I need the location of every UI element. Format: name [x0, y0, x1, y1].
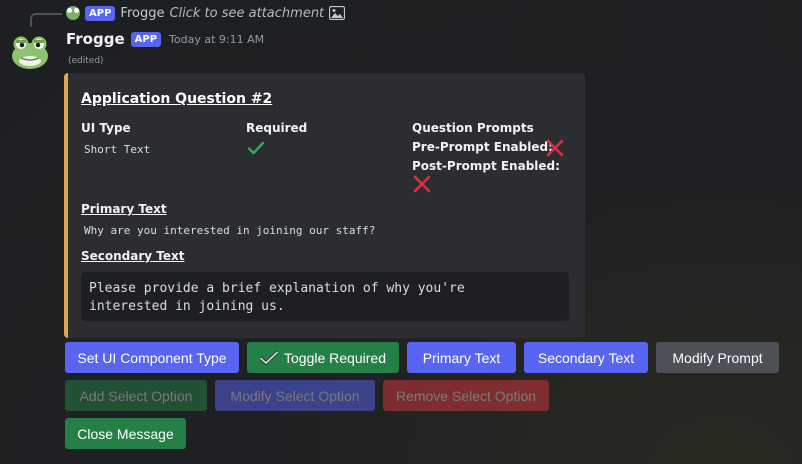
- reply-text[interactable]: Click to see attachment: [169, 6, 324, 21]
- post-prompt-label: Post-Prompt Enabled:: [412, 159, 560, 173]
- embed-title: Application Question #2: [81, 91, 273, 107]
- add-select-option-button[interactable]: Add Select Option: [65, 380, 207, 411]
- reply-author[interactable]: Frogge: [120, 6, 164, 21]
- reply-app-badge: APP: [85, 5, 116, 21]
- checkmark-icon: [248, 141, 264, 155]
- cross-mark-icon: [546, 139, 564, 157]
- checkmark-icon: [260, 350, 279, 365]
- primary-text-button[interactable]: Primary Text: [407, 342, 516, 373]
- modify-select-option-button[interactable]: Modify Select Option: [215, 380, 375, 411]
- pre-prompt-label: Pre-Prompt Enabled:: [412, 140, 553, 154]
- edited-indicator: (edited): [68, 56, 104, 66]
- reply-connector: [30, 13, 62, 27]
- image-icon: [329, 6, 346, 20]
- embed: Application Question #2 UI Type Short Te…: [64, 73, 585, 338]
- toggle-required-button[interactable]: Toggle Required: [247, 342, 399, 373]
- primary-text-label: Primary Text: [81, 202, 167, 216]
- remove-select-option-button[interactable]: Remove Select Option: [383, 380, 549, 411]
- cross-mark-icon: [413, 175, 431, 193]
- frog-avatar[interactable]: [10, 31, 50, 71]
- modify-prompt-button[interactable]: Modify Prompt: [656, 342, 779, 373]
- app-badge: APP: [130, 31, 162, 47]
- secondary-text-codeblock: Please provide a brief explanation of wh…: [81, 272, 569, 321]
- secondary-text-button[interactable]: Secondary Text: [524, 342, 648, 373]
- message-timestamp[interactable]: Today at 9:11 AM: [169, 33, 264, 46]
- reply-avatar: [66, 6, 80, 20]
- close-message-button[interactable]: Close Message: [65, 418, 186, 449]
- author-name[interactable]: Frogge: [66, 30, 125, 48]
- set-ui-component-type-button[interactable]: Set UI Component Type: [65, 342, 239, 373]
- field-ui-type-value: Short Text: [84, 143, 151, 156]
- field-required-name: Required: [246, 121, 308, 135]
- toggle-required-label: Toggle Required: [284, 349, 386, 366]
- secondary-text-label: Secondary Text: [81, 249, 185, 263]
- message-header: Frogge APP Today at 9:11 AM: [66, 29, 264, 49]
- field-ui-type-name: UI Type: [81, 121, 131, 135]
- reply-preview[interactable]: APP Frogge Click to see attachment: [66, 4, 346, 22]
- primary-text-value: Why are you interested in joining our st…: [84, 224, 376, 237]
- field-prompts-name: Question Prompts: [412, 121, 534, 135]
